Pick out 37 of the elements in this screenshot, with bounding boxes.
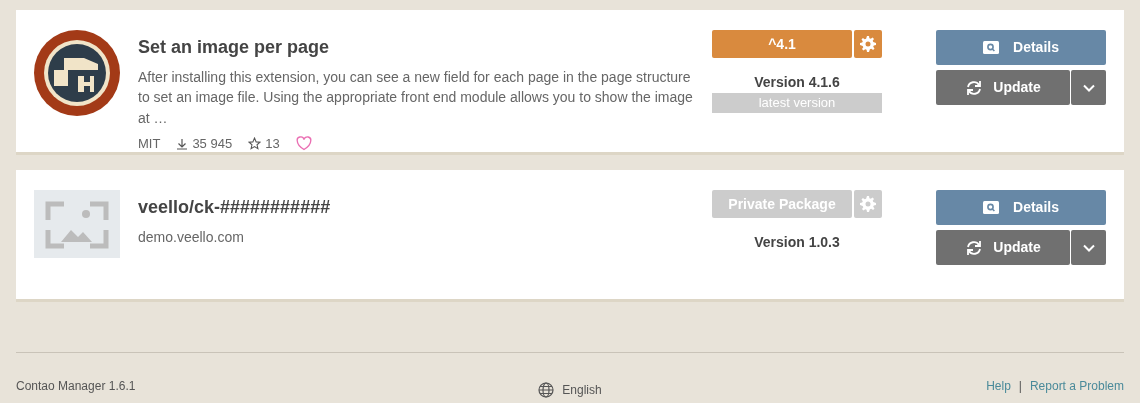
details-button[interactable]: Details [936, 190, 1106, 225]
version-label: Version 1.0.3 [754, 233, 840, 252]
details-button[interactable]: Details [936, 30, 1106, 65]
footer-link[interactable]: Help [986, 377, 1011, 395]
dropdown-button[interactable] [1071, 230, 1106, 265]
download-icon [176, 137, 189, 150]
logo-icon [34, 30, 120, 116]
language-selector[interactable]: English [538, 381, 602, 399]
caret-icon [1082, 83, 1095, 92]
package-title: veello/ck-########### [138, 196, 332, 219]
constraint-button[interactable]: ^4.1 [712, 30, 852, 58]
search-icon [983, 201, 1000, 214]
download-count: 35 945 [192, 134, 233, 153]
star-icon [248, 137, 262, 151]
update-button[interactable]: Update [936, 70, 1070, 105]
package-description: demo.veello.com [138, 228, 245, 247]
globe-icon [538, 382, 555, 398]
heart-icon[interactable] [295, 136, 312, 152]
image-placeholder-icon [34, 190, 120, 258]
dropdown-button[interactable] [1071, 70, 1106, 105]
refresh-icon [965, 239, 984, 256]
caret-icon [1082, 243, 1095, 252]
app-version: Contao Manager 1.6.1 [16, 379, 136, 393]
link-separator: | [1018, 378, 1022, 395]
version-label: Version 4.1.6 [754, 73, 840, 92]
package-title: Set an image per page [138, 36, 331, 59]
settings-icon [860, 36, 876, 52]
settings-button[interactable] [854, 30, 882, 58]
footer-link[interactable]: Report a Problem [1029, 377, 1124, 395]
settings-icon [860, 196, 876, 212]
settings-button[interactable] [854, 190, 882, 218]
refresh-icon [965, 79, 984, 96]
package-description: After installing this extension, you can see a new field for each page in the page structure to set an image file. Using the appropriate front end module allows you to show the image at … [138, 68, 694, 128]
update-button[interactable]: Update [936, 230, 1070, 265]
license-label: MIT [138, 134, 161, 153]
star-count: 13 [265, 134, 280, 153]
search-icon [983, 41, 1000, 54]
